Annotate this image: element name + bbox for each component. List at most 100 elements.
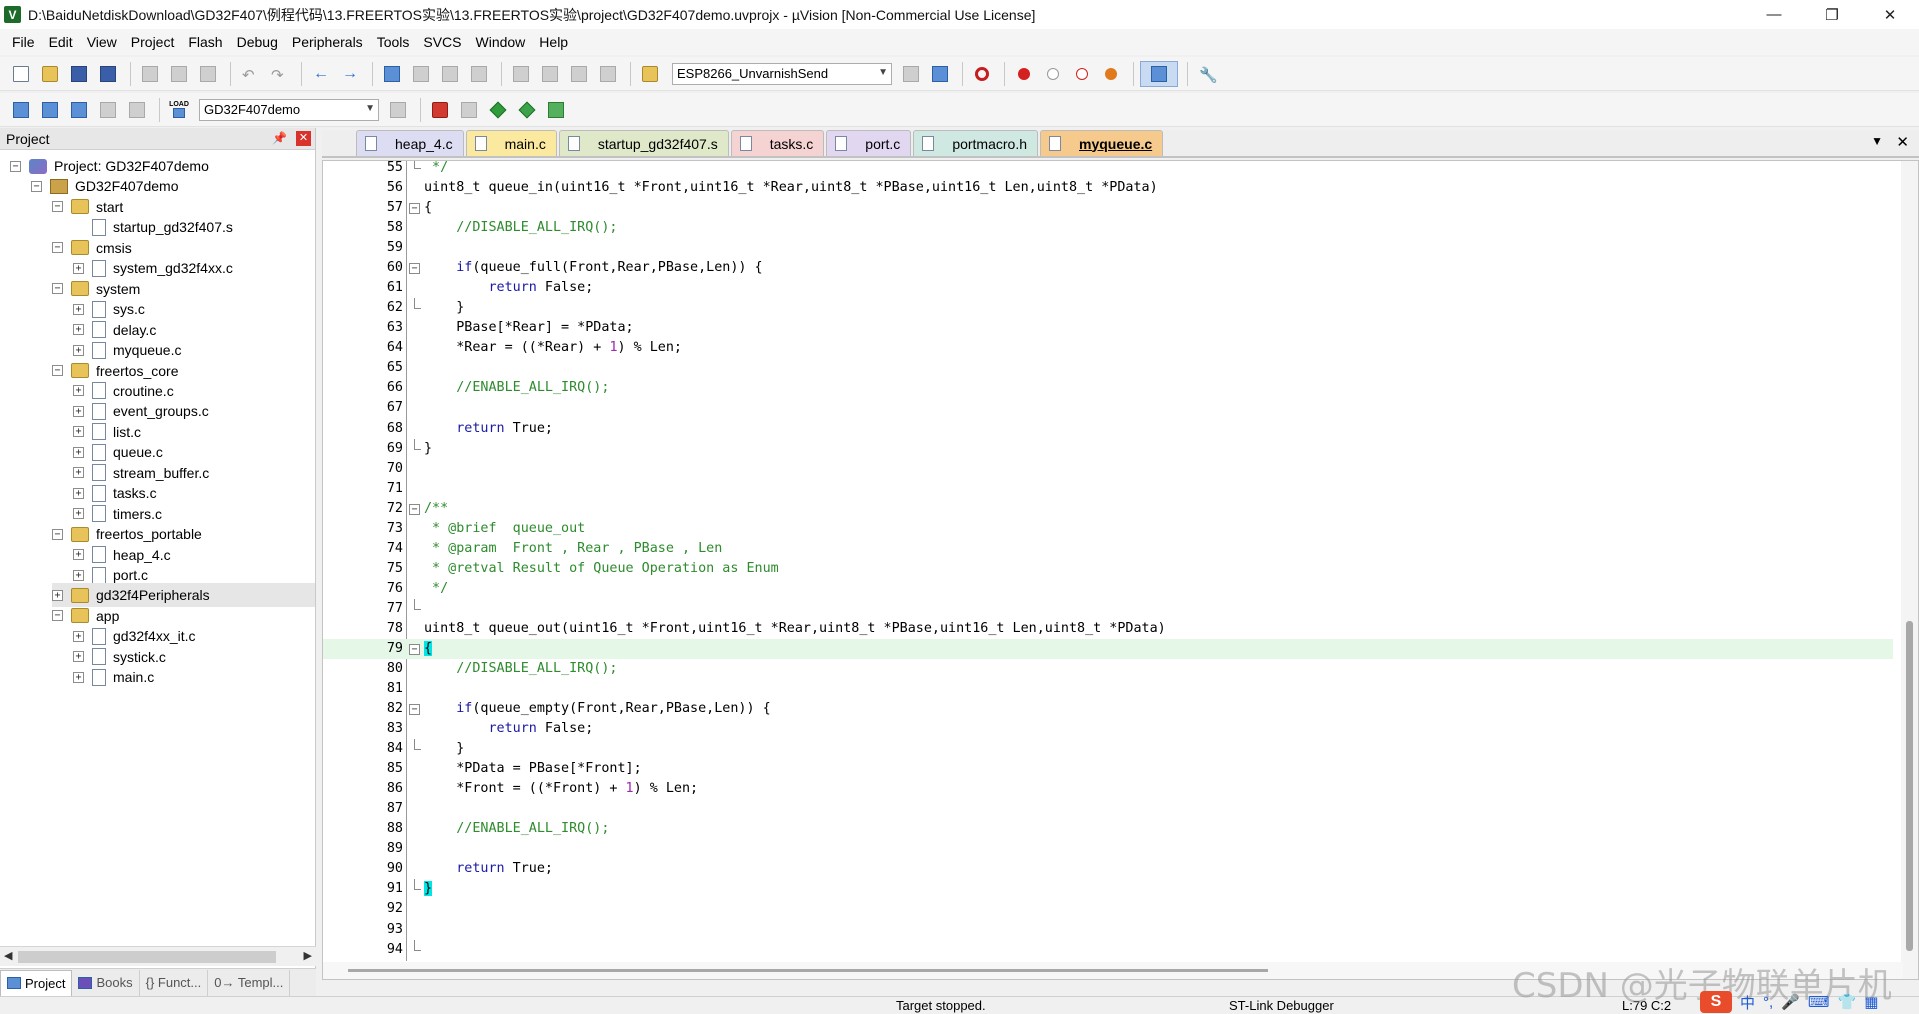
- editor-hscroll-thumb[interactable]: [348, 969, 1268, 972]
- menu-debug[interactable]: Debug: [230, 29, 285, 55]
- paste-button[interactable]: [195, 61, 221, 87]
- code-line[interactable]: 63 PBase[*Rear] = *PData;: [323, 318, 1893, 338]
- code-line[interactable]: 82− if(queue_empty(Front,Rear,PBase,Len)…: [323, 699, 1893, 719]
- menu-svcs[interactable]: SVCS: [416, 29, 468, 55]
- panel-close-icon[interactable]: ✕: [296, 131, 311, 146]
- code-line[interactable]: 61 return False;: [323, 278, 1893, 298]
- expand-icon[interactable]: +: [73, 405, 84, 417]
- editor-tab[interactable]: heap_4.c: [356, 130, 464, 156]
- code-line[interactable]: 80 //DISABLE_ALL_IRQ();: [323, 659, 1893, 679]
- expand-icon[interactable]: +: [73, 671, 84, 683]
- code-line[interactable]: 87: [323, 799, 1893, 819]
- bookmark-next-button[interactable]: [437, 61, 463, 87]
- bookmark-toggle-button[interactable]: [379, 61, 405, 87]
- ime-skin-icon[interactable]: 👕: [1838, 993, 1857, 1011]
- editor-tab[interactable]: main.c: [465, 130, 557, 156]
- ime-chinese-mode-icon[interactable]: 中: [1740, 992, 1755, 1013]
- scroll-right-icon[interactable]: ▶: [304, 949, 312, 962]
- editor-tab[interactable]: startup_gd32f407.s: [558, 130, 729, 156]
- code-line[interactable]: 62 }: [323, 298, 1893, 318]
- expand-icon[interactable]: +: [73, 324, 84, 336]
- code-line[interactable]: 91}: [323, 879, 1893, 899]
- code-line[interactable]: 83 return False;: [323, 719, 1893, 739]
- rebuild-button[interactable]: [66, 97, 92, 123]
- expand-icon[interactable]: +: [73, 262, 84, 274]
- unindent-button[interactable]: [537, 61, 563, 87]
- sogou-ime-icon[interactable]: S: [1700, 991, 1732, 1013]
- code-line[interactable]: 76 */: [323, 579, 1893, 599]
- panel-tab-project[interactable]: Project: [0, 969, 73, 996]
- code-line[interactable]: 77: [323, 598, 1893, 619]
- code-editor[interactable]: 55 */ 56 uint8_t queue_in(uint16_t *Front,…: [322, 160, 1919, 980]
- undo-button[interactable]: ↶: [237, 61, 263, 87]
- start-debug-button[interactable]: [969, 61, 995, 87]
- code-line[interactable]: 92: [323, 899, 1893, 919]
- expand-icon[interactable]: +: [73, 549, 84, 561]
- menu-flash[interactable]: Flash: [181, 29, 229, 55]
- panel-scroll-thumb[interactable]: [18, 951, 276, 963]
- download-button[interactable]: LOAD: [166, 97, 192, 123]
- minimize-button[interactable]: —: [1745, 0, 1803, 29]
- code-line[interactable]: 79−{: [323, 638, 1893, 659]
- code-line[interactable]: 72−/**: [323, 499, 1893, 519]
- code-line[interactable]: 57−{: [323, 198, 1893, 218]
- code-line[interactable]: 59: [323, 238, 1893, 258]
- code-line[interactable]: 75 * @retval Result of Queue Operation a…: [323, 559, 1893, 579]
- menu-tools[interactable]: Tools: [370, 29, 417, 55]
- code-line[interactable]: 84 }: [323, 739, 1893, 759]
- menu-file[interactable]: File: [5, 29, 42, 55]
- incremental-find-button[interactable]: [927, 61, 953, 87]
- collapse-icon[interactable]: −: [52, 283, 63, 295]
- translate-button[interactable]: [8, 97, 34, 123]
- code-line[interactable]: 86 *Front = ((*Front) + 1) % Len;: [323, 779, 1893, 799]
- disable-all-breakpoints-button[interactable]: [1069, 61, 1095, 87]
- copy-button[interactable]: [166, 61, 192, 87]
- code-line[interactable]: 74 * @param Front , Rear , PBase , Len: [323, 539, 1893, 559]
- code-line[interactable]: 78 uint8_t queue_out(uint16_t *Front,uint…: [323, 619, 1893, 639]
- code-line[interactable]: 64 *Rear = ((*Rear) + 1) % Len;: [323, 338, 1893, 358]
- code-line[interactable]: 66 //ENABLE_ALL_IRQ();: [323, 378, 1893, 398]
- fold-collapse-icon[interactable]: −: [409, 263, 420, 275]
- expand-icon[interactable]: +: [73, 487, 84, 499]
- expand-icon[interactable]: +: [73, 569, 84, 581]
- code-line[interactable]: 70: [323, 459, 1893, 479]
- code-line[interactable]: 93: [323, 920, 1893, 940]
- build-button[interactable]: [37, 97, 63, 123]
- navigate-forward-button[interactable]: →: [337, 61, 363, 87]
- panel-horizontal-scrollbar[interactable]: ◀ ▶: [0, 946, 316, 966]
- code-line[interactable]: 88 //ENABLE_ALL_IRQ();: [323, 819, 1893, 839]
- find-button[interactable]: [898, 61, 924, 87]
- code-line[interactable]: 55 */: [323, 161, 1893, 178]
- menu-edit[interactable]: Edit: [42, 29, 80, 55]
- ime-keyboard-icon[interactable]: ⌨: [1808, 993, 1830, 1011]
- code-line[interactable]: 69}: [323, 438, 1893, 459]
- code-line[interactable]: 58 //DISABLE_ALL_IRQ();: [323, 218, 1893, 238]
- code-line[interactable]: 60− if(queue_full(Front,Rear,PBase,Len))…: [323, 258, 1893, 278]
- bookmark-prev-button[interactable]: [408, 61, 434, 87]
- collapse-icon[interactable]: −: [52, 610, 63, 622]
- target-options-button[interactable]: [385, 97, 411, 123]
- restore-button[interactable]: ❐: [1803, 0, 1861, 29]
- collapse-icon[interactable]: −: [52, 201, 63, 213]
- configure-button[interactable]: 🔧: [1194, 61, 1220, 87]
- ime-punctuation-icon[interactable]: °,: [1763, 994, 1773, 1011]
- editor-vertical-scrollbar[interactable]: [1901, 161, 1918, 979]
- editor-tab[interactable]: myqueue.c: [1040, 130, 1164, 156]
- redo-button[interactable]: ↷: [266, 61, 292, 87]
- menu-window[interactable]: Window: [469, 29, 533, 55]
- expand-icon[interactable]: +: [52, 589, 63, 601]
- menu-help[interactable]: Help: [532, 29, 575, 55]
- panel-tab-functions[interactable]: {} Funct...: [140, 969, 209, 996]
- menu-project[interactable]: Project: [124, 29, 182, 55]
- code-line[interactable]: 89: [323, 839, 1893, 859]
- code-line[interactable]: 65: [323, 358, 1893, 378]
- tree-item[interactable]: + main.c: [73, 665, 315, 689]
- disable-breakpoint-button[interactable]: [1040, 61, 1066, 87]
- expand-icon[interactable]: +: [73, 426, 84, 438]
- save-all-button[interactable]: [95, 61, 121, 87]
- window-layout-button[interactable]: [1140, 60, 1178, 87]
- expand-icon[interactable]: +: [73, 446, 84, 458]
- expand-icon[interactable]: +: [73, 385, 84, 397]
- code-line[interactable]: 73 * @brief queue_out: [323, 519, 1893, 539]
- editor-tab[interactable]: portmacro.h: [913, 130, 1039, 156]
